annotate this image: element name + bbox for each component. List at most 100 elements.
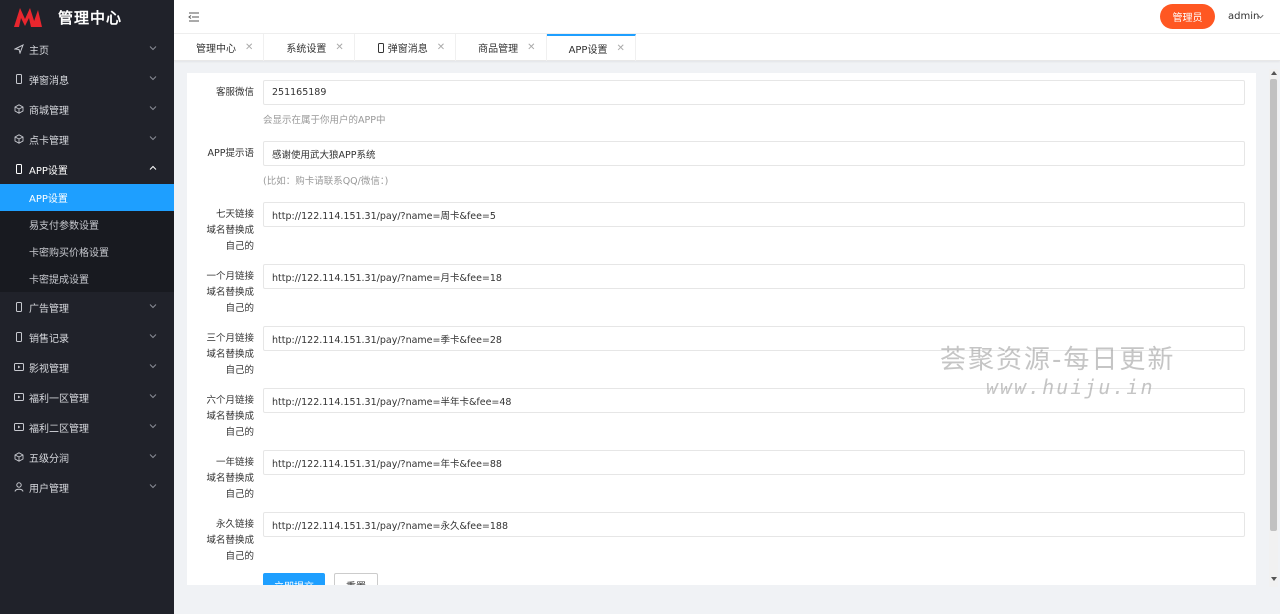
tab-product-management[interactable]: 商品管理 ✕ xyxy=(456,34,547,61)
chevron-down-icon xyxy=(149,364,157,369)
close-icon[interactable]: ✕ xyxy=(437,42,445,53)
chevron-down-icon xyxy=(149,106,157,111)
field-label-line: 自己的 xyxy=(225,489,254,500)
phone-icon xyxy=(377,42,384,53)
tab-label: 管理中心 xyxy=(196,44,236,55)
field-label-line: 自己的 xyxy=(225,427,254,438)
phone-icon xyxy=(13,73,25,85)
field-label-line: 域名替换成 xyxy=(206,473,254,484)
field-label: 七天链接 域名替换成 自己的 xyxy=(187,207,254,255)
link-forever-input[interactable] xyxy=(263,512,1245,537)
field-label-line: 一年链接 xyxy=(215,457,254,468)
sidebar-item-label: 弹窗消息 xyxy=(29,75,69,87)
reset-button[interactable]: 重置 xyxy=(334,573,378,585)
sidebar-item-cards[interactable]: 点卡管理 xyxy=(0,124,174,154)
sidebar-item-sales[interactable]: 销售记录 xyxy=(0,322,174,352)
field-label-line: 域名替换成 xyxy=(206,349,254,360)
chevron-down-icon xyxy=(149,424,157,429)
sidebar-submenu: APP设置 易支付参数设置 卡密购买价格设置 卡密提成设置 xyxy=(0,184,174,292)
sidebar-item-app-settings[interactable]: APP设置 xyxy=(0,154,174,184)
field-label-line: 一个月链接 xyxy=(206,271,254,282)
sidebar-item-label: 商城管理 xyxy=(29,105,69,117)
role-button[interactable]: 管理员 xyxy=(1160,4,1215,29)
field-label-line: 三个月链接 xyxy=(206,333,254,344)
tab-label: 系统设置 xyxy=(286,44,327,55)
submenu-item-app-settings[interactable]: APP设置 xyxy=(0,184,174,211)
sidebar-item-video[interactable]: 影视管理 xyxy=(0,352,174,382)
fold-menu-icon[interactable] xyxy=(188,11,200,23)
chevron-down-icon xyxy=(149,46,157,51)
sidebar-item-label: 五级分润 xyxy=(29,453,69,465)
chevron-down-icon xyxy=(149,76,157,81)
close-icon[interactable]: ✕ xyxy=(527,42,535,53)
link-1year-input[interactable] xyxy=(263,450,1245,475)
sidebar-item-popup-messages[interactable]: 弹窗消息 xyxy=(0,64,174,94)
sidebar-item-welfare-1[interactable]: 福利一区管理 xyxy=(0,382,174,412)
watermark-text: 荟聚资源-每日更新 xyxy=(940,345,1176,375)
sidebar-item-five-level-profit[interactable]: 五级分润 xyxy=(0,442,174,472)
sidebar-item-home[interactable]: 主页 xyxy=(0,34,174,64)
tab-admin-center[interactable]: 管理中心 ✕ xyxy=(174,34,265,61)
tab-app-settings[interactable]: APP设置 ✕ xyxy=(546,34,636,61)
sidebar-item-shop[interactable]: 商城管理 xyxy=(0,94,174,124)
play-icon xyxy=(13,361,25,373)
page-tabs: 管理中心 ✕ 系统设置 ✕ 弹窗消息 ✕ 商品管理 ✕ APP设置 ✕ xyxy=(174,34,1280,61)
chevron-down-icon[interactable] xyxy=(1256,12,1265,21)
field-label-line: 域名替换成 xyxy=(206,225,254,236)
field-hint: (比如：购卡请联系QQ/微信：) xyxy=(263,176,389,187)
field-label-line: 自己的 xyxy=(225,551,254,562)
sidebar-menu-continued: 广告管理 销售记录 影视管理 福利一区管理 福利二区管理 五级分润 用户管理 xyxy=(0,292,174,502)
field-label: 永久链接 域名替换成 自己的 xyxy=(187,517,254,565)
submenu-item-card-price[interactable]: 卡密购买价格设置 xyxy=(0,238,174,265)
field-label-line: 自己的 xyxy=(225,365,254,376)
user-icon xyxy=(13,481,25,493)
field-label-line: 域名替换成 xyxy=(206,535,254,546)
tab-system-settings[interactable]: 系统设置 ✕ xyxy=(264,34,355,61)
sidebar-menu: 主页 弹窗消息 商城管理 点卡管理 APP设置 xyxy=(0,34,174,184)
play-icon xyxy=(13,391,25,403)
field-label-line: 自己的 xyxy=(225,303,254,314)
scroll-up-arrow-icon[interactable] xyxy=(1271,71,1277,75)
sidebar-item-label: 主页 xyxy=(29,45,49,57)
submit-button[interactable]: 立即提交 xyxy=(263,573,325,585)
chevron-up-icon xyxy=(149,165,157,170)
wechat-input[interactable] xyxy=(263,80,1245,105)
sidebar-item-label: 用户管理 xyxy=(29,483,69,495)
field-label-line: 六个月链接 xyxy=(206,395,254,406)
sidebar-item-label: 福利二区管理 xyxy=(29,423,89,435)
submenu-item-epay-params[interactable]: 易支付参数设置 xyxy=(0,211,174,238)
sidebar-item-welfare-2[interactable]: 福利二区管理 xyxy=(0,412,174,442)
close-icon[interactable]: ✕ xyxy=(616,43,624,54)
field-label: 一个月链接 域名替换成 自己的 xyxy=(187,269,254,317)
brand: 管理中心 xyxy=(0,0,174,34)
scroll-down-arrow-icon[interactable] xyxy=(1271,577,1277,581)
submenu-item-card-commission[interactable]: 卡密提成设置 xyxy=(0,265,174,292)
user-name[interactable]: admin xyxy=(1228,11,1259,22)
chevron-down-icon xyxy=(149,304,157,309)
top-header: 管理员 admin xyxy=(174,0,1280,34)
sidebar-item-label: APP设置 xyxy=(29,165,68,177)
sidebar: 管理中心 主页 弹窗消息 商城管理 点卡管理 APP设置 APP设置 易支付参数… xyxy=(0,0,174,614)
field-label: 一年链接 域名替换成 自己的 xyxy=(187,455,254,503)
link-1month-input[interactable] xyxy=(263,264,1245,289)
sidebar-item-ads[interactable]: 广告管理 xyxy=(0,292,174,322)
box-icon xyxy=(13,103,25,115)
field-label-line: 永久链接 xyxy=(215,519,254,530)
app-tip-input[interactable] xyxy=(263,141,1245,166)
field-label: 六个月链接 域名替换成 自己的 xyxy=(187,393,254,441)
link-7day-input[interactable] xyxy=(263,202,1245,227)
sidebar-item-users[interactable]: 用户管理 xyxy=(0,472,174,502)
tab-popup-messages[interactable]: 弹窗消息 ✕ xyxy=(355,34,457,61)
phone-icon xyxy=(13,163,25,175)
phone-icon xyxy=(13,301,25,313)
chevron-down-icon xyxy=(149,484,157,489)
close-icon[interactable]: ✕ xyxy=(335,42,343,53)
chevron-down-icon xyxy=(149,394,157,399)
close-icon[interactable]: ✕ xyxy=(245,42,253,53)
sidebar-item-label: 影视管理 xyxy=(29,363,69,375)
chevron-down-icon xyxy=(149,334,157,339)
field-label-line: 七天链接 xyxy=(215,209,254,220)
phone-icon xyxy=(13,331,25,343)
field-label-line: 自己的 xyxy=(225,241,254,252)
scrollbar-thumb[interactable] xyxy=(1270,79,1277,531)
